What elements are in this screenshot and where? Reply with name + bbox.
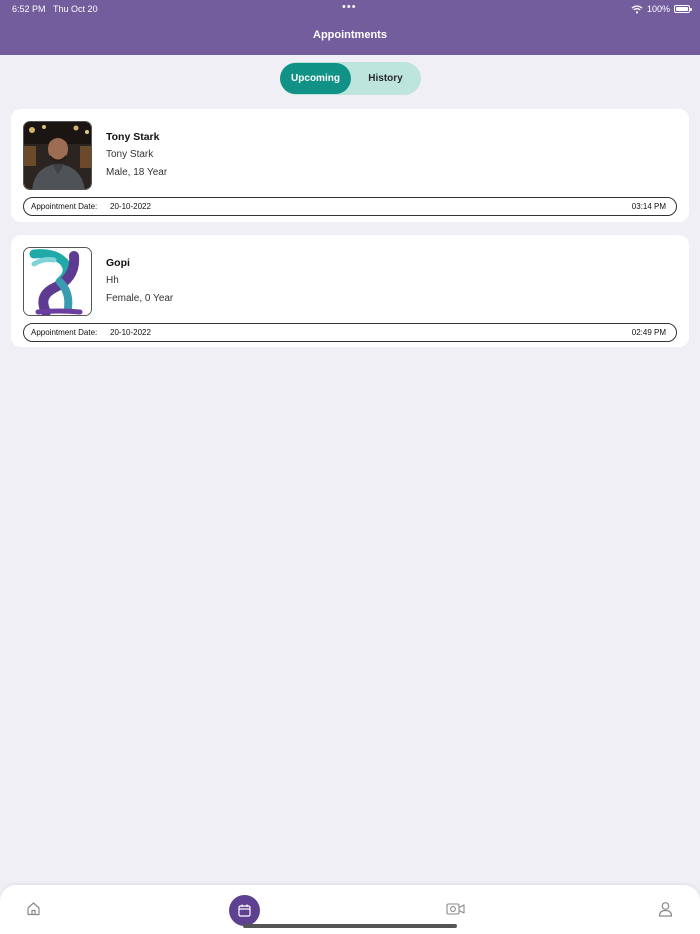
home-indicator bbox=[243, 924, 457, 928]
calendar-tab-button[interactable] bbox=[229, 895, 260, 926]
appointment-tabs: Upcoming History bbox=[280, 62, 421, 95]
app-header: 6:52 PM Thu Oct 20 ••• 100% Appointments bbox=[0, 0, 700, 55]
battery-icon bbox=[674, 5, 692, 13]
wifi-icon bbox=[631, 4, 643, 13]
calendar-icon bbox=[238, 904, 251, 917]
status-date: Thu Oct 20 bbox=[53, 4, 98, 14]
tab-upcoming[interactable]: Upcoming bbox=[280, 63, 351, 94]
appointment-date-bar: Appointment Date: 20-10-2022 02:49 PM bbox=[23, 323, 677, 342]
tab-history[interactable]: History bbox=[350, 63, 421, 94]
appointment-card[interactable]: Gopi Hh Female, 0 Year Appointment Date:… bbox=[11, 235, 689, 347]
appointment-date-bar: Appointment Date: 20-10-2022 03:14 PM bbox=[23, 197, 677, 216]
appointment-date: 20-10-2022 bbox=[110, 328, 151, 337]
bottom-nav bbox=[0, 885, 700, 934]
home-icon[interactable] bbox=[26, 901, 41, 916]
battery-percent: 100% bbox=[646, 4, 670, 14]
patient-details: Female, 0 Year bbox=[106, 293, 174, 304]
appointment-date-label: Appointment Date: bbox=[31, 328, 98, 337]
patient-photo bbox=[23, 247, 92, 316]
user-icon[interactable] bbox=[658, 901, 673, 917]
patient-subtitle: Hh bbox=[106, 275, 119, 286]
patient-name: Tony Stark bbox=[106, 131, 160, 143]
appointment-date: 20-10-2022 bbox=[110, 202, 151, 211]
appointment-time: 02:49 PM bbox=[631, 328, 666, 337]
appointment-card[interactable]: Tony Stark Tony Stark Male, 18 Year Appo… bbox=[11, 109, 689, 222]
video-camera-icon[interactable] bbox=[446, 903, 465, 915]
patient-name: Gopi bbox=[106, 257, 130, 269]
status-time: 6:52 PM Thu Oct 20 bbox=[12, 4, 98, 14]
patient-photo bbox=[23, 121, 92, 190]
status-clock: 6:52 PM bbox=[12, 4, 46, 14]
patient-subtitle: Tony Stark bbox=[106, 149, 154, 160]
dna-logo-icon bbox=[24, 248, 91, 315]
multitask-dots-icon[interactable]: ••• bbox=[342, 1, 357, 13]
patient-details: Male, 18 Year bbox=[106, 167, 168, 178]
appointment-date-label: Appointment Date: bbox=[31, 202, 98, 211]
appointment-time: 03:14 PM bbox=[631, 202, 666, 211]
page-title: Appointments bbox=[313, 29, 387, 41]
status-indicators: 100% bbox=[631, 4, 692, 14]
person-photo-icon bbox=[24, 122, 91, 189]
